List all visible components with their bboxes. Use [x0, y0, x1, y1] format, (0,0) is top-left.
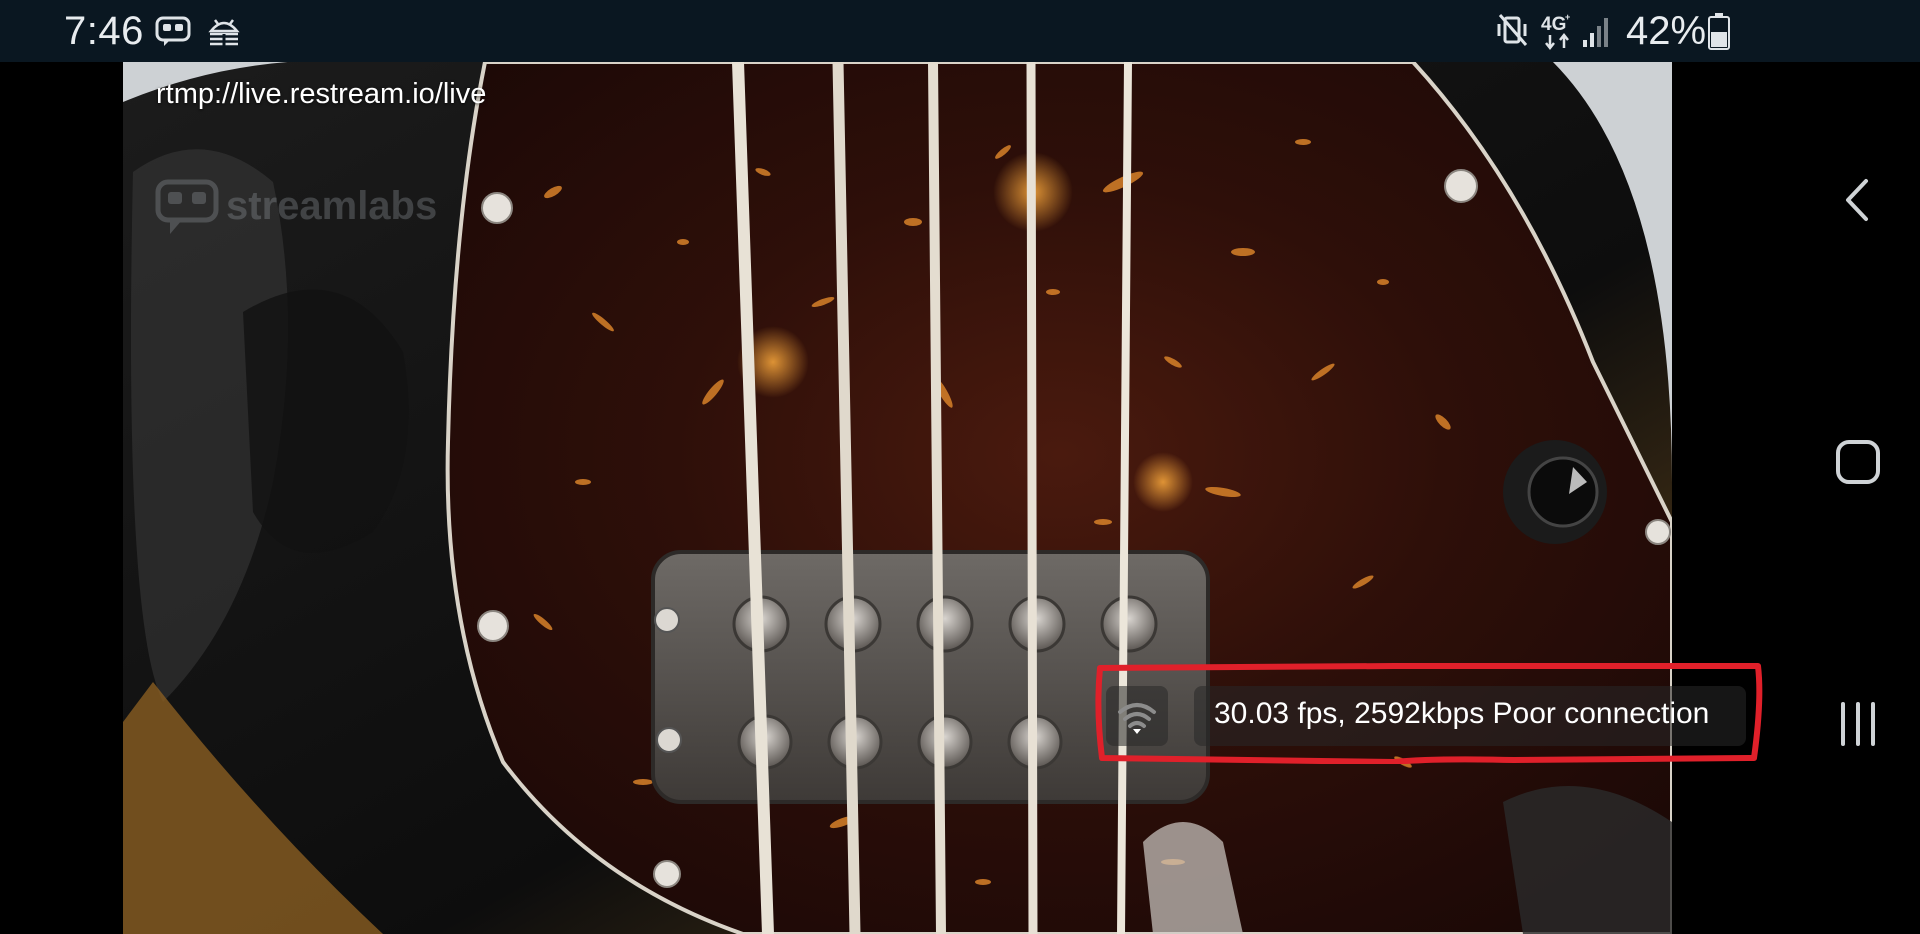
nav-recents-button[interactable] [1820, 686, 1896, 762]
annotation-highlight [1095, 663, 1763, 764]
status-time: 7:46 [64, 9, 144, 53]
battery-icon [1708, 13, 1730, 50]
camera-preview[interactable]: streamlabs [123, 62, 1672, 934]
battery-percentage: 42% [1626, 9, 1707, 53]
navigation-bar [1796, 62, 1920, 934]
recents-icon [1841, 702, 1875, 746]
svg-text:+: + [1565, 12, 1570, 22]
letterbox-right [1672, 62, 1796, 934]
status-bar: 7:46 4G + 42% [0, 0, 1920, 62]
nav-home-button[interactable] [1820, 424, 1896, 500]
cell-signal-icon [1583, 18, 1608, 47]
vibrate-mute-icon [1497, 14, 1528, 46]
rtmp-url-label: rtmp://live.restream.io/live [156, 78, 487, 110]
streamlabs-icon [155, 16, 191, 46]
svg-text:4G: 4G [1541, 14, 1566, 35]
watermark-text: streamlabs [226, 184, 438, 228]
back-icon [1846, 179, 1868, 221]
streamlabs-logo-icon [155, 179, 219, 234]
home-icon [1836, 440, 1880, 484]
4g-network-icon: 4G + [1541, 12, 1570, 50]
letterbox-left [0, 62, 123, 934]
streamlabs-watermark: streamlabs [154, 178, 504, 238]
android-debug-icon [208, 19, 240, 46]
nav-back-button[interactable] [1820, 162, 1896, 238]
